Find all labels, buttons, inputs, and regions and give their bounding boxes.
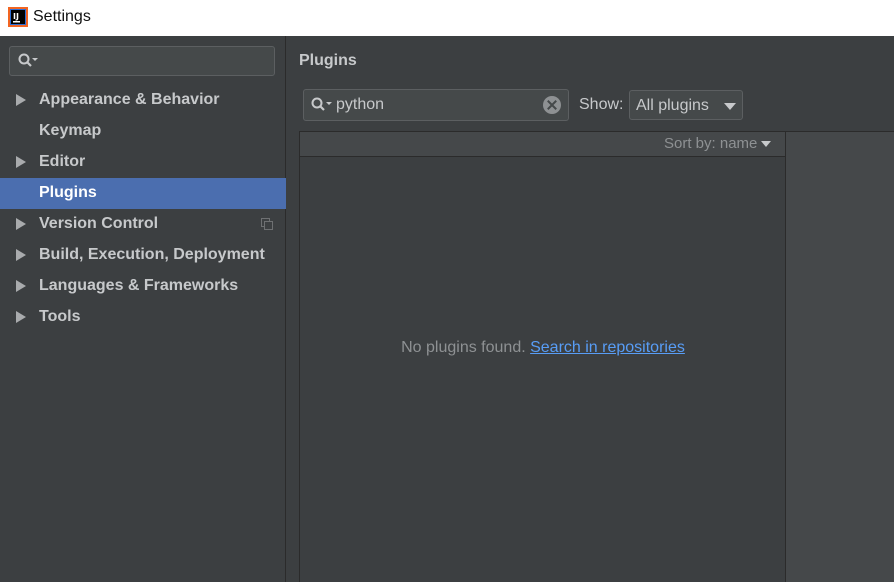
plugin-list-header: Sort by: name [300,132,786,157]
sidebar-item-label: Build, Execution, Deployment [39,246,265,263]
sidebar-search-input[interactable] [9,46,275,76]
search-in-repositories-link[interactable]: Search in repositories [530,339,685,356]
empty-message: No plugins found. [401,339,526,356]
triangle-right-icon[interactable] [16,156,26,168]
sidebar-item-plugins[interactable]: Plugins [0,178,286,209]
sidebar-item-label: Plugins [39,184,97,201]
sort-by-label: Sort by: name [664,135,758,152]
svg-text:IJ: IJ [13,12,19,21]
sort-by-button[interactable]: Sort by: name [664,135,772,152]
clear-search-icon[interactable] [543,96,561,114]
sidebar-item-tools[interactable]: Tools [0,302,286,333]
show-filter-dropdown[interactable]: All plugins [629,90,743,120]
title-bar: IJ Settings [0,0,894,36]
sidebar-item-appearance-behavior[interactable]: Appearance & Behavior [0,85,286,116]
sidebar-item-keymap[interactable]: Keymap [0,116,286,147]
triangle-right-icon[interactable] [16,311,26,323]
plugin-list: Sort by: name No plugins found. Search i… [299,131,786,582]
triangle-right-icon[interactable] [16,94,26,106]
copy-icon [261,218,273,230]
sidebar-item-build-execution-deployment[interactable]: Build, Execution, Deployment [0,240,286,271]
empty-state: No plugins found. Search in repositories [300,339,786,357]
show-label: Show: [579,96,624,113]
chevron-down-icon [724,103,736,110]
triangle-right-icon[interactable] [16,218,26,230]
sidebar-item-label: Languages & Frameworks [39,277,239,294]
triangle-right-icon[interactable] [16,249,26,261]
show-filter-value: All plugins [636,97,709,114]
plugins-page: Plugins python Show: All plugins Sort by… [287,36,894,582]
sidebar-item-label: Version Control [39,215,159,232]
sidebar-item-label: Appearance & Behavior [39,91,220,108]
settings-sidebar: Appearance & Behavior Keymap Editor Plugins… [0,36,286,582]
sidebar-item-version-control[interactable]: Version Control [0,209,286,240]
plugin-details-panel [785,131,894,582]
chevron-down-icon [761,141,772,148]
window-title: Settings [33,8,91,25]
sidebar-item-label: Tools [39,308,81,325]
sidebar-item-label: Keymap [39,122,102,139]
intellij-app-icon: IJ [8,7,28,27]
triangle-right-icon[interactable] [16,280,26,292]
page-title: Plugins [299,52,357,69]
sidebar-item-languages-frameworks[interactable]: Languages & Frameworks [0,271,286,302]
plugin-search-field[interactable]: python [303,89,569,121]
search-icon[interactable] [311,97,333,113]
search-icon[interactable] [18,53,38,69]
sidebar-item-label: Editor [39,153,86,170]
plugin-search-value[interactable]: python [336,96,384,114]
settings-nav-tree: Appearance & Behavior Keymap Editor Plugins… [0,85,286,333]
sidebar-item-editor[interactable]: Editor [0,147,286,178]
